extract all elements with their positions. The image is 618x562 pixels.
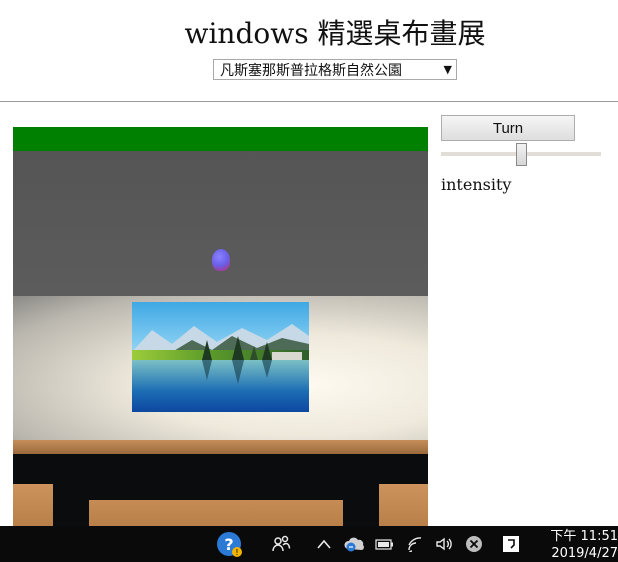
page-title: windows 精選桌布畫展 — [184, 17, 486, 50]
action-center-icon[interactable] — [498, 526, 524, 562]
divider — [0, 101, 618, 102]
chevron-up-icon[interactable] — [314, 526, 334, 562]
svg-text:!: ! — [235, 548, 238, 557]
gallery-select[interactable]: 凡斯塞那斯普拉格斯自然公園 ▼ — [213, 59, 457, 80]
gallery-select-value: 凡斯塞那斯普拉格斯自然公園 — [220, 62, 402, 79]
taskbar-clock[interactable]: 下午 11:51 2019/4/27 — [536, 528, 618, 562]
close-circle-icon[interactable] — [462, 526, 486, 562]
wall-shelf — [13, 440, 428, 454]
people-icon[interactable] — [266, 526, 296, 562]
ceiling — [13, 151, 428, 296]
intensity-slider[interactable] — [441, 143, 601, 167]
clock-date: 2019/4/27 — [551, 546, 618, 561]
gallery-3d-canvas[interactable] — [13, 127, 428, 527]
light-orb — [212, 249, 230, 271]
black-table — [13, 454, 428, 527]
green-banner — [13, 127, 428, 151]
dropdown-arrow-icon: ▼ — [443, 63, 452, 76]
windows-taskbar: ?! 下午 11:51 2019/4/27 — [0, 526, 618, 562]
slider-thumb[interactable] — [516, 143, 527, 166]
intensity-label: intensity — [441, 175, 512, 194]
wifi-icon[interactable] — [404, 526, 428, 562]
battery-icon[interactable] — [373, 526, 397, 562]
onedrive-sync-icon[interactable] — [342, 526, 368, 562]
turn-button[interactable]: Turn — [441, 115, 575, 141]
help-icon[interactable]: ?! — [213, 526, 245, 562]
clock-time: 下午 11:51 — [550, 529, 618, 544]
wallpaper-painting — [132, 302, 309, 412]
speaker-icon[interactable] — [432, 526, 456, 562]
